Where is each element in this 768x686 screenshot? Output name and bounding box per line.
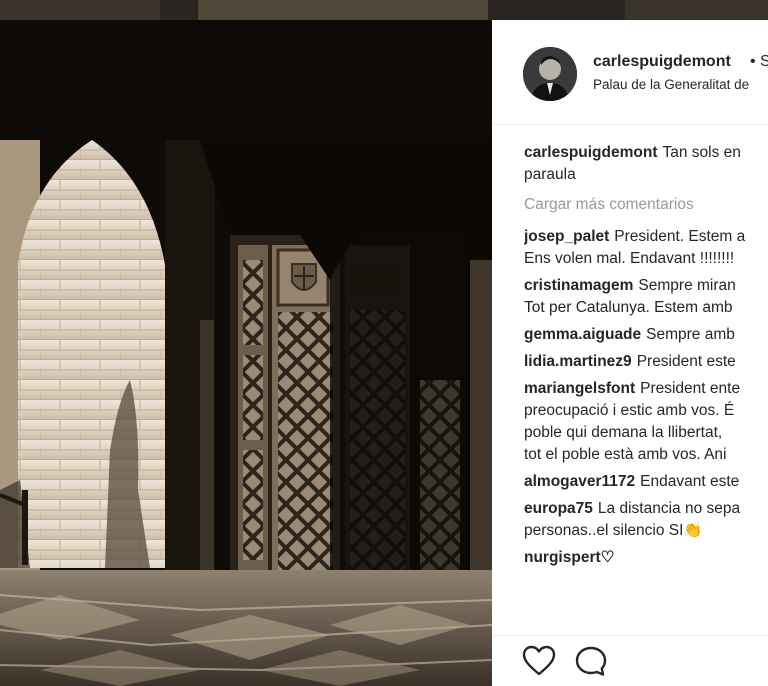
- comment-text: President ente: [640, 380, 741, 397]
- caption-username[interactable]: carlespuigdemont: [524, 144, 658, 161]
- caption-line: Tan sols en: [662, 144, 741, 161]
- comment-username[interactable]: europa75: [524, 500, 593, 517]
- post-header: carlespuigdemont • S Palau de la General…: [492, 20, 768, 125]
- comments-panel: carlespuigdemont • S Palau de la General…: [492, 20, 768, 686]
- comment-username[interactable]: nurgispert♡: [524, 549, 615, 566]
- comment-text: Endavant este: [640, 473, 740, 490]
- background-page-strip: [0, 0, 768, 20]
- caption-line: paraula: [524, 166, 576, 183]
- comment-text: preocupació i estic amb vos. É: [524, 402, 735, 419]
- comment: almogaver1172 Endavant este: [524, 471, 768, 493]
- avatar[interactable]: [523, 47, 577, 101]
- comment: cristinamagem Sempre miran Tot per Catalu…: [524, 275, 768, 319]
- comment-text: La distancia no sepa: [597, 500, 741, 517]
- comment-text: tot el poble està amb vos. Ani: [524, 446, 727, 463]
- comment-text: Tot per Catalunya. Estem amb: [524, 299, 733, 316]
- profile-photo-icon: [523, 47, 577, 101]
- comment-username[interactable]: almogaver1172: [524, 473, 635, 490]
- comment-text: Sempre amb: [646, 326, 735, 343]
- follow-link[interactable]: • S: [750, 53, 768, 71]
- post-username[interactable]: carlespuigdemont: [593, 53, 731, 71]
- comment: lidia.martinez9 President este: [524, 351, 768, 373]
- comment: mariangelsfont President ente preocupació…: [524, 378, 768, 466]
- divider: [492, 635, 768, 636]
- comment-text: personas..el silencio SI👏: [524, 522, 703, 539]
- comment-text: poble qui demana la llibertat,: [524, 424, 723, 441]
- comment-text: Ens volen mal. Endavant !!!!!!!!: [524, 250, 735, 267]
- caption: carlespuigdemont Tan sols en paraula: [524, 142, 768, 186]
- comment: gemma.aiguade Sempre amb: [524, 324, 768, 346]
- comment: europa75 La distancia no sepa personas..e…: [524, 498, 768, 542]
- comment-username[interactable]: mariangelsfont: [524, 380, 635, 397]
- comment: nurgispert♡: [524, 547, 768, 569]
- comment-username[interactable]: cristinamagem: [524, 277, 633, 294]
- comment-username[interactable]: josep_palet: [524, 228, 609, 245]
- heart-icon[interactable]: [522, 645, 556, 677]
- comment-icon[interactable]: [574, 645, 608, 677]
- comments-list: carlespuigdemont Tan sols en paraula Carg…: [524, 142, 768, 635]
- comment-text: Sempre miran: [638, 277, 736, 294]
- comment-username[interactable]: lidia.martinez9: [524, 353, 632, 370]
- comment: josep_palet President. Estem a Ens volen …: [524, 226, 768, 270]
- comment-username[interactable]: gemma.aiguade: [524, 326, 641, 343]
- comment-text: President este: [636, 353, 736, 370]
- post-photo: [0, 20, 492, 686]
- load-more-comments-button[interactable]: Cargar más comentarios: [524, 194, 768, 216]
- post-location[interactable]: Palau de la Generalitat de: [593, 77, 749, 92]
- comment-text: President. Estem a: [614, 228, 746, 245]
